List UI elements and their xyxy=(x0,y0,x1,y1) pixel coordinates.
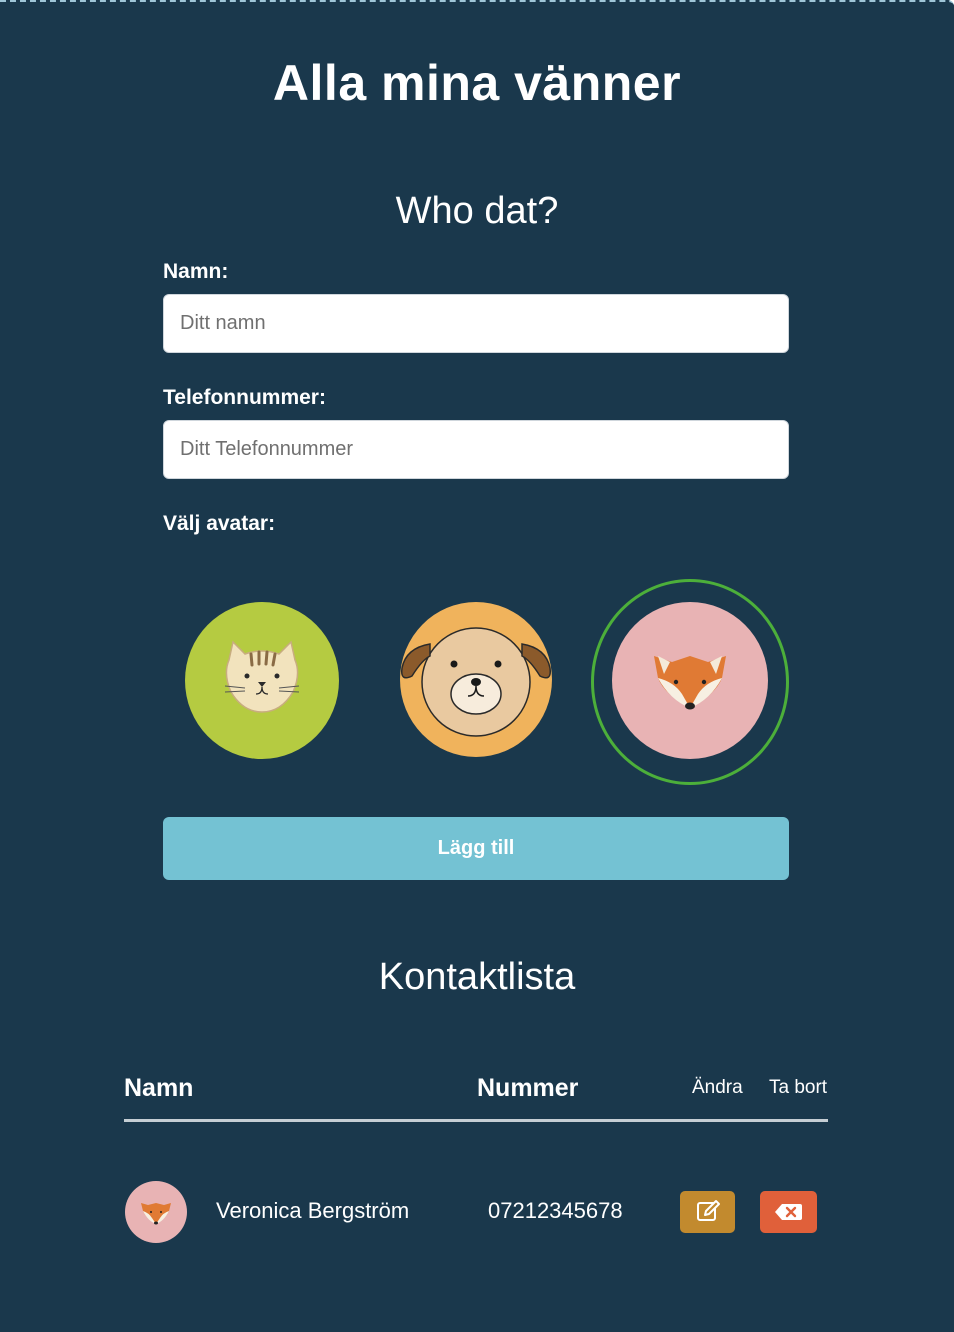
avatar-label: Välj avatar: xyxy=(163,512,276,535)
avatar-option-dog[interactable] xyxy=(400,602,552,757)
contact-list-title: Kontaktlista xyxy=(378,956,576,998)
add-contact-button[interactable]: Lägg till xyxy=(163,817,789,880)
avatar-option-cat[interactable] xyxy=(185,602,339,759)
edit-contact-button[interactable] xyxy=(680,1191,735,1233)
contact-name: Veronica Bergström xyxy=(216,1198,410,1223)
app-title: Alla mina vänner xyxy=(272,55,682,111)
table-header-divider xyxy=(124,1119,828,1122)
form-title: Who dat? xyxy=(395,190,559,232)
contact-number: 07212345678 xyxy=(488,1198,623,1223)
avatar xyxy=(125,1181,187,1243)
phone-label: Telefonnummer: xyxy=(163,386,326,409)
delete-icon xyxy=(775,1204,802,1220)
column-header-number: Nummer xyxy=(477,1074,579,1102)
column-header-edit: Ändra xyxy=(692,1077,743,1098)
column-header-delete: Ta bort xyxy=(769,1077,828,1098)
phone-input[interactable] xyxy=(163,420,789,479)
edit-icon xyxy=(697,1200,720,1221)
cat-icon xyxy=(224,640,300,713)
column-header-name: Namn xyxy=(124,1074,194,1102)
dog-icon xyxy=(400,627,552,737)
name-label: Namn: xyxy=(163,260,229,283)
fox-icon xyxy=(654,656,726,710)
app-window: Alla mina vänner Who dat? Namn: Telefonn… xyxy=(0,0,954,1332)
delete-contact-button[interactable] xyxy=(760,1191,817,1233)
avatar-option-fox[interactable] xyxy=(612,602,768,759)
name-input[interactable] xyxy=(163,294,789,353)
fox-icon xyxy=(141,1203,171,1225)
